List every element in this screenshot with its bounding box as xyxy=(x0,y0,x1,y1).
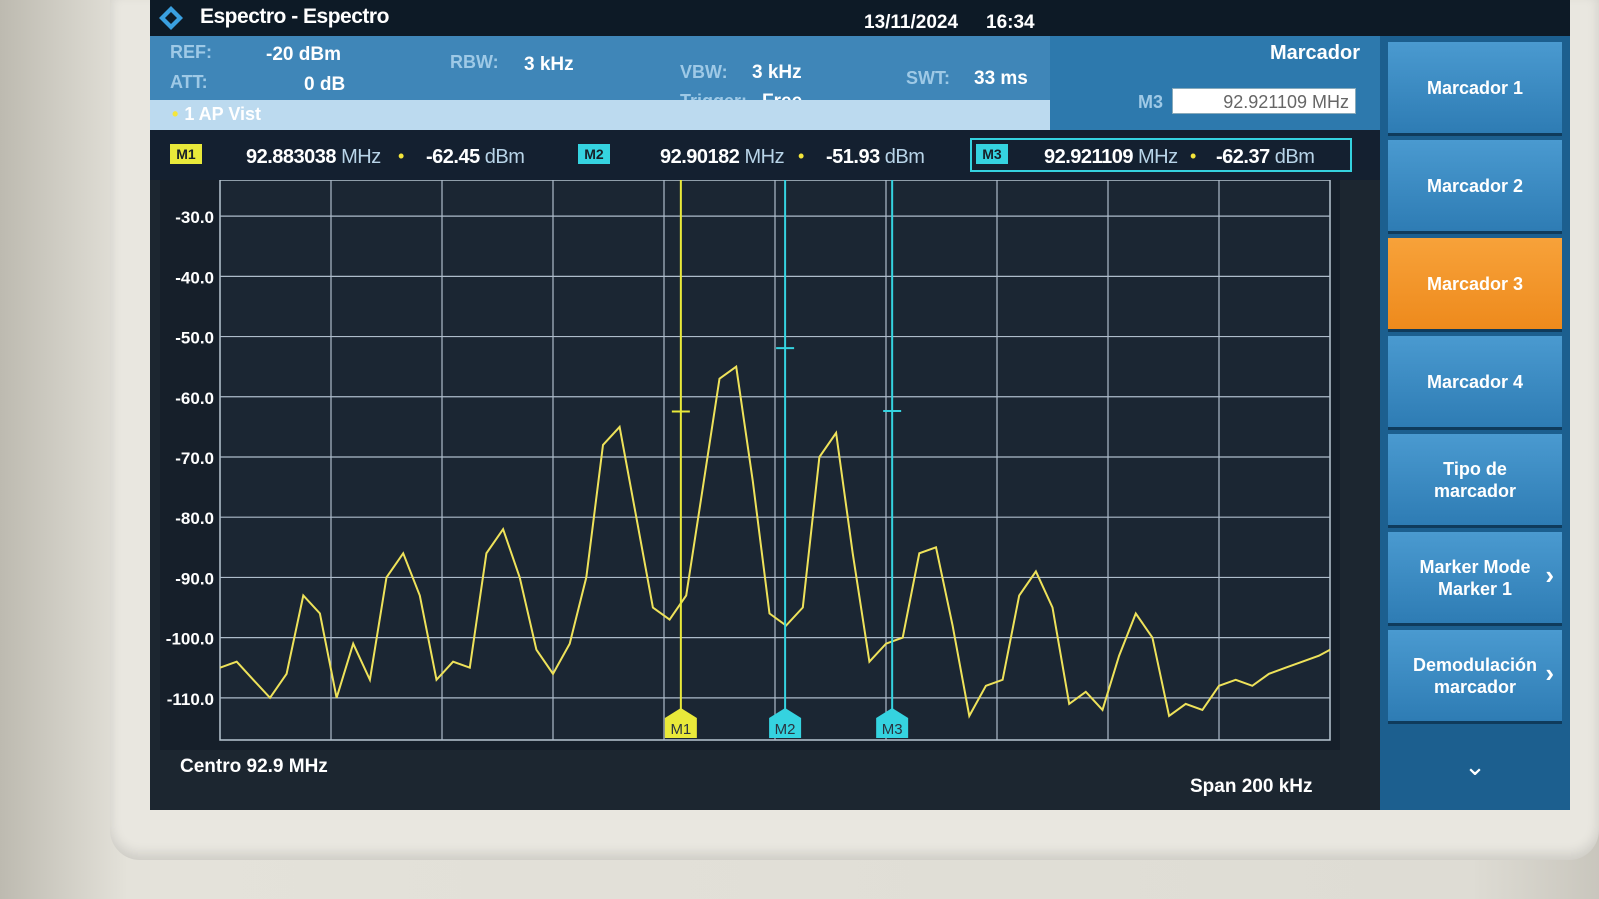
marker-flag-label: M3 xyxy=(882,721,903,738)
swt-label: SWT: xyxy=(906,68,950,88)
app-title: Espectro - Espectro xyxy=(200,5,389,28)
vbw-label: VBW: xyxy=(680,62,728,82)
softkey-tipo-label-2: marcador xyxy=(1433,480,1517,501)
parameter-header[interactable]: REF: -20 dBm ATT: 0 dB RBW: 3 kHz VBW: 3… xyxy=(150,36,1050,112)
softkey-marker-mode-label-1: Marker Mode xyxy=(1419,556,1531,577)
app-diamond-icon xyxy=(159,6,183,30)
rbw-value: 3 kHz xyxy=(524,54,574,75)
softkey-marcador-3-label: Marcador 3 xyxy=(1426,273,1524,294)
chevron-right-icon: › xyxy=(1545,658,1554,688)
marker-panel-title: Marcador xyxy=(1269,42,1360,64)
marker-readout-bar: M1 92.883038 MHz • -62.45 dBm M2 92.9018… xyxy=(150,130,1380,180)
marker-m2-freq: 92.90182 MHz xyxy=(660,146,785,168)
softkey-marcador-1[interactable]: Marcador 1 xyxy=(1388,42,1562,136)
marker-m1-dot: • xyxy=(398,146,405,166)
y-tick-label: -110.0 xyxy=(167,690,214,709)
marker-m2-dot: • xyxy=(798,146,805,166)
marker-m1-freq: 92.883038 MHz xyxy=(246,146,381,168)
softkey-demod-label-1: Demodulación xyxy=(1412,654,1537,675)
ref-value: -20 dBm xyxy=(266,44,341,65)
y-tick-label: -100.0 xyxy=(166,630,214,649)
center-frequency[interactable]: Centro 92.9 MHz xyxy=(180,756,328,778)
chevron-down-icon[interactable]: ⌄ xyxy=(1388,736,1562,796)
rbw-label: RBW: xyxy=(450,52,499,72)
marker-m3-level: -62.37 dBm xyxy=(1216,146,1315,168)
title-bar: Espectro - Espectro 13/11/2024 16:34 xyxy=(150,0,1570,36)
trace-info-bar: • 1 AP Vist xyxy=(150,100,1050,130)
vbw-value: 3 kHz xyxy=(752,62,802,83)
marker-m3-dot: • xyxy=(1190,146,1197,166)
trace-dot-icon: • xyxy=(172,104,179,124)
att-label: ATT: xyxy=(170,72,208,92)
chevron-right-icon: › xyxy=(1545,560,1554,590)
y-tick-label: -60.0 xyxy=(175,389,214,408)
span-value[interactable]: Span 200 kHz xyxy=(1190,776,1313,798)
y-tick-label: -40.0 xyxy=(175,268,214,287)
marker-panel: Marcador M3 92.921109 MHz xyxy=(1050,36,1380,130)
softkey-marcador-4-label: Marcador 4 xyxy=(1426,371,1524,392)
marker-flag-label: M2 xyxy=(775,721,796,738)
marker-frequency-input[interactable]: 92.921109 MHz xyxy=(1172,88,1356,114)
marker-tag-m2: M2 xyxy=(578,144,610,164)
analyzer-screen: Espectro - Espectro 13/11/2024 16:34 REF… xyxy=(150,0,1570,810)
marker-m3-freq: 92.921109 MHz xyxy=(1044,146,1178,168)
y-tick-label: -30.0 xyxy=(175,208,214,227)
trace-label-text: 1 AP Vist xyxy=(184,104,262,124)
swt-value: 33 ms xyxy=(974,68,1028,89)
softkey-tipo-marcador[interactable]: Tipo de marcador xyxy=(1388,434,1562,528)
time-display: 16:34 xyxy=(986,12,1035,33)
softkey-marker-mode[interactable]: Marker Mode Marker 1 › xyxy=(1388,532,1562,626)
softkey-marcador-1-label: Marcador 1 xyxy=(1426,77,1524,98)
y-tick-label: -50.0 xyxy=(175,329,214,348)
softkey-demod-label-2: marcador xyxy=(1433,676,1517,697)
softkey-marcador-4[interactable]: Marcador 4 xyxy=(1388,336,1562,430)
softkey-marker-mode-label-2: Marker 1 xyxy=(1437,578,1513,599)
softkey-marcador-2[interactable]: Marcador 2 xyxy=(1388,140,1562,234)
active-marker-label: M3 xyxy=(1138,92,1164,112)
marker-tag-m3: M3 xyxy=(976,144,1008,164)
y-tick-label: -90.0 xyxy=(175,569,214,588)
spectrum-plot[interactable]: -30.0 -40.0 -50.0 -60.0 -70.0 -80.0 -90.0 -100.… xyxy=(160,180,1340,750)
marker-m2-level: -51.93 dBm xyxy=(826,146,925,168)
softkey-demodulacion[interactable]: Demodulación marcador › xyxy=(1388,630,1562,724)
y-tick-label: -80.0 xyxy=(175,509,214,528)
date-display: 13/11/2024 xyxy=(864,12,959,33)
y-tick-label: -70.0 xyxy=(175,449,214,468)
ref-label: REF: xyxy=(170,42,212,62)
att-value: 0 dB xyxy=(304,74,346,95)
trace-label: • 1 AP Vist xyxy=(172,104,261,125)
marker-m1-level: -62.45 dBm xyxy=(426,146,525,168)
softkey-marcador-3[interactable]: Marcador 3 xyxy=(1388,238,1562,332)
softkey-panel: Marcador 1 Marcador 2 Marcador 3 Marcado… xyxy=(1380,36,1570,810)
softkey-marcador-2-label: Marcador 2 xyxy=(1426,175,1524,196)
marker-flag-label: M1 xyxy=(670,721,691,738)
marker-tag-m1: M1 xyxy=(170,144,202,164)
softkey-tipo-label-1: Tipo de xyxy=(1443,458,1507,479)
